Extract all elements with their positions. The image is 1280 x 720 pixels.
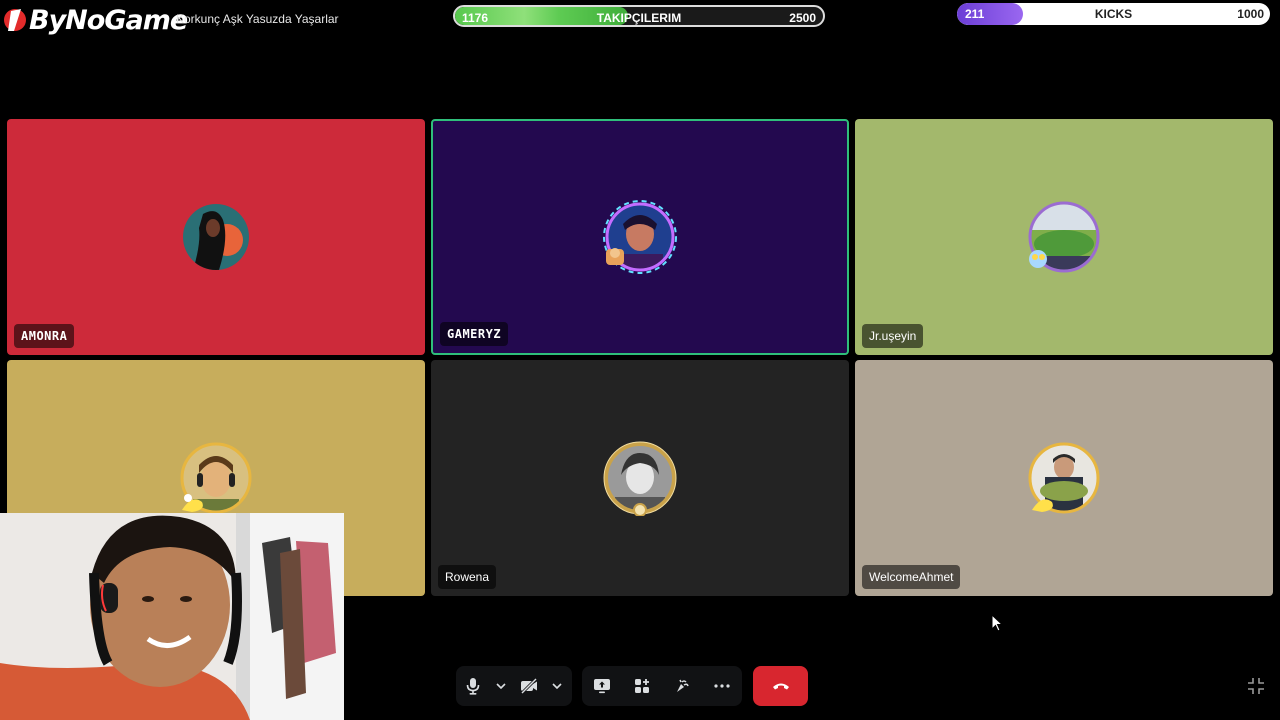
camera-options-button[interactable] [546,666,568,706]
soundboard-button[interactable] [665,666,699,706]
participant-avatar [607,445,673,511]
participant-avatar [1031,445,1097,511]
chevron-down-icon [552,683,562,689]
participant-tile[interactable]: Jr.uşeyin [855,119,1273,355]
participant-name: AMONRA [14,324,75,348]
followers-goal-target: 2500 [789,11,816,25]
followers-goal-label: TAKIPÇILERIM [596,11,682,25]
audio-video-controls [456,666,572,706]
camera-button[interactable] [512,666,546,706]
screen-share-button[interactable] [585,666,619,706]
more-options-button[interactable] [705,666,739,706]
disconnect-button[interactable] [753,666,808,706]
microphone-button[interactable] [456,666,490,706]
activities-icon [635,679,649,693]
hangup-icon [772,683,789,690]
bynogame-logo: ByNoGame [2,4,188,36]
chevron-down-icon [496,683,506,689]
stream-title: Korkunç Aşk Yasuzda Yaşarlar [176,12,339,26]
call-actions [582,666,742,706]
kicks-goal-target: 1000 [1237,7,1264,21]
activities-button[interactable] [625,666,659,706]
soundboard-icon [677,679,689,692]
fullscreen-exit-icon[interactable] [1246,676,1266,696]
participant-tile[interactable]: Rowena [431,360,849,596]
streamer-webcam [0,513,344,720]
participant-name: Rowena [438,565,497,589]
participant-tile[interactable]: AMONRA [7,119,425,355]
camera-off-icon [520,678,538,694]
mouse-cursor-icon [991,614,1003,632]
participant-name: Jr.uşeyin [862,324,924,348]
kicks-goal-bar: 211 KICKS 1000 [957,3,1270,25]
screen-share-icon [594,679,610,694]
participant-tile[interactable]: GAMERYZ [431,119,849,355]
microphone-icon [466,678,480,695]
participant-avatar [183,445,249,511]
logo-text: ByNoGame [29,4,188,36]
participant-avatar [1031,204,1097,270]
more-icon [714,684,730,688]
kicks-goal-label: KICKS [1094,7,1133,21]
participant-name: WelcomeAhmet [862,565,961,589]
followers-goal-bar: 1176 TAKIPÇILERIM 2500 [453,5,825,27]
logo-mark-icon [2,7,28,33]
participant-tile[interactable]: WelcomeAhmet [855,360,1273,596]
microphone-options-button[interactable] [490,666,512,706]
participant-name: GAMERYZ [440,322,509,346]
participant-avatar [183,204,249,270]
participant-avatar [607,204,673,270]
